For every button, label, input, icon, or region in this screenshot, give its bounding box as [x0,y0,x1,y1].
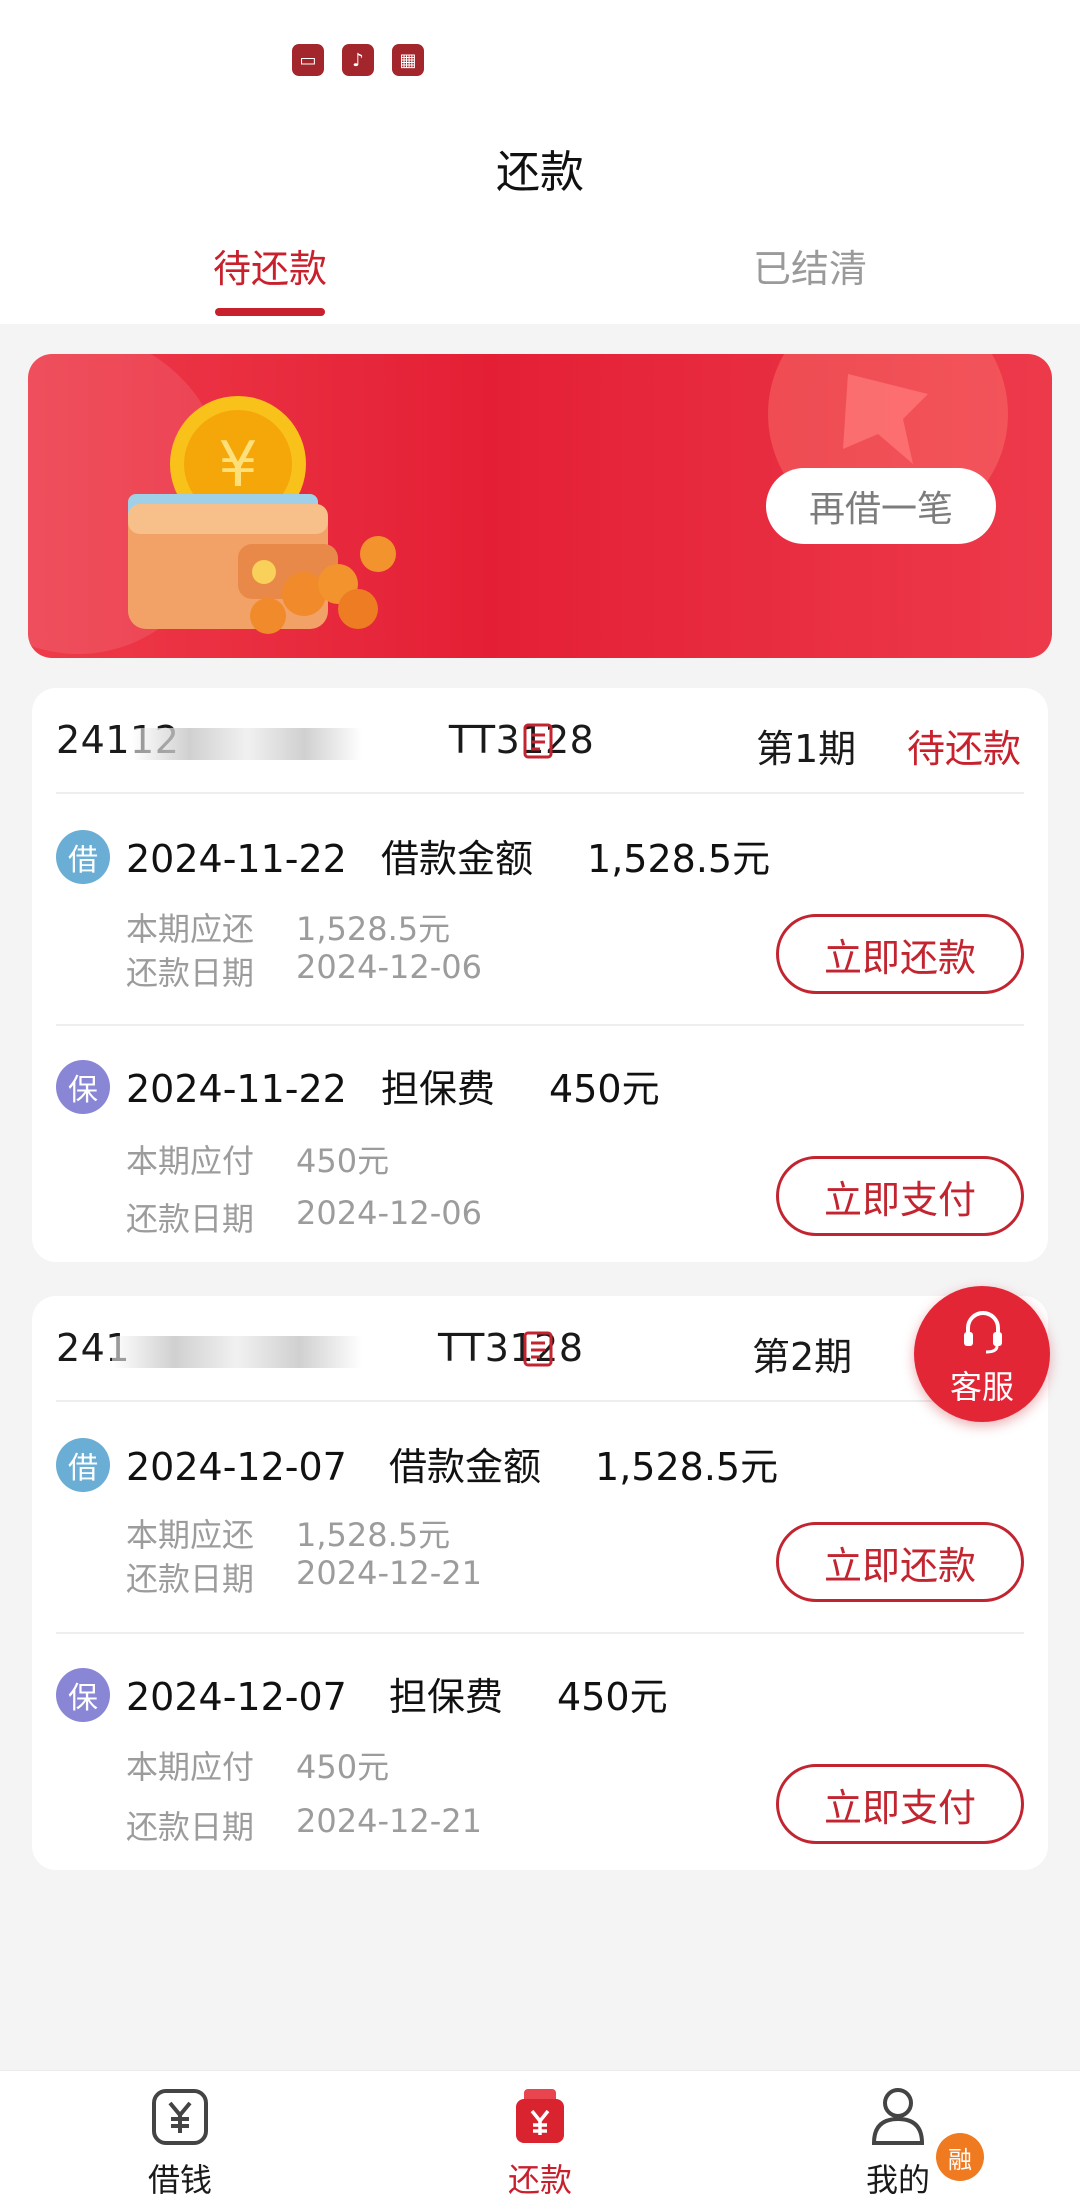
loan-card-header: 24112 TT3128 第1期 待还款 [32,688,1048,792]
loan-card: 24112 TT3128 第1期 待还款 借 2024-11-22 借款金额 1… [32,688,1048,1262]
loan-row-title: 2024-12-07 借款金额 1,528.5元 [126,1436,778,1491]
due-row: 本期应还 1,528.5元 [126,1510,450,1556]
repay-now-button[interactable]: 立即还款 [776,914,1024,994]
star-decoration-icon [843,374,928,464]
nav-borrow-label: 借钱 [147,2161,212,2198]
loan-amount-label: 借款金额 [380,837,533,881]
divider [56,1632,1024,1634]
period-label: 第1期 [756,727,857,771]
guarantee-badge-icon: 保 [56,1060,110,1114]
redacted-area [132,728,362,760]
borrow-again-button[interactable]: 再借一笔 [766,468,996,544]
tab-cleared[interactable]: 已结清 [660,238,960,293]
loan-date: 2024-12-07 [126,1445,347,1489]
loan-amount-label: 借款金额 [388,1445,541,1489]
divider [56,792,1024,794]
loan-row-title: 2024-11-22 借款金额 1,528.5元 [126,828,770,883]
nav-repay[interactable]: 还款 [440,2071,640,2198]
payable-row: 本期应付 450元 [126,1136,389,1182]
status-label: 待还款 [907,727,1022,771]
loan-amount: 1,528.5元 [595,1445,779,1489]
user-icon [871,2088,925,2145]
divider [56,1400,1024,1402]
yuan-box-icon [152,2089,208,2145]
nav-mine[interactable]: 我的 融 [798,2071,998,2198]
payable-label: 本期应付 [126,1748,255,1786]
divider [56,1024,1024,1026]
payable-row: 本期应付 450元 [126,1742,389,1788]
grid-icon: ▦ [392,44,424,76]
payable-label: 本期应付 [126,1142,255,1180]
loan-card-header: 241 TT3128 第2期 [32,1296,1048,1400]
tiktok-icon: ♪ [342,44,374,76]
nav-borrow[interactable]: 借钱 [80,2071,280,2198]
period-label: 第2期 [752,1335,853,1379]
guarantee-row-title: 2024-12-07 担保费 450元 [126,1666,668,1721]
repay-date-value: 2024-12-21 [296,1802,482,1840]
nav-repay-label: 还款 [507,2161,572,2198]
repay-date-row: 还款日期 2024-12-21 [126,1802,482,1848]
tab-pending[interactable]: 待还款 [120,238,420,293]
headset-icon [964,1311,1002,1354]
repay-date-value: 2024-12-06 [296,1194,482,1232]
page-title: 还款 [496,147,584,198]
guarantee-fee-label: 担保费 [388,1675,503,1719]
bottom-navigation: 借钱 还款 我的 融 [0,2070,1080,2198]
repay-date-label: 还款日期 [126,1560,255,1598]
due-value: 1,528.5元 [296,910,451,948]
due-row: 本期应还 1,528.5元 [126,904,450,950]
active-tab-indicator [215,308,325,316]
guarantee-fee-amount: 450元 [549,1067,660,1111]
customer-service-label: 客服 [949,1368,1014,1406]
redacted-area [112,1336,362,1368]
due-value: 1,528.5元 [296,1516,451,1554]
status-bar-icons: ▭ ♪ ▦ [292,44,424,76]
pay-now-button[interactable]: 立即支付 [776,1764,1024,1844]
message-icon: ▭ [292,44,324,76]
copy-icon[interactable] [522,722,556,762]
due-label: 本期应还 [126,910,255,948]
due-label: 本期应还 [126,1516,255,1554]
copy-icon[interactable] [522,1330,556,1370]
borrow-badge-icon: 借 [56,1438,110,1492]
svg-text:¥: ¥ [218,428,257,501]
wallet-yuan-icon [516,2089,564,2143]
repay-date-label: 还款日期 [126,1808,255,1846]
customer-service-button[interactable]: 客服 [914,1286,1050,1422]
borrow-badge-icon: 借 [56,830,110,884]
repay-date-label: 还款日期 [126,1200,255,1238]
wallet-coins-icon: ¥ [128,396,396,634]
borrow-again-banner[interactable]: ¥ 再借一笔 [28,354,1052,658]
guarantee-date: 2024-11-22 [126,1067,347,1111]
pay-now-button[interactable]: 立即支付 [776,1156,1024,1236]
guarantee-fee-amount: 450元 [557,1675,668,1719]
loan-date: 2024-11-22 [126,837,347,881]
nav-badge: 融 [936,2133,984,2181]
repay-date-row: 还款日期 2024-12-06 [126,948,482,994]
guarantee-badge-icon: 保 [56,1668,110,1722]
guarantee-row-title: 2024-11-22 担保费 450元 [126,1058,660,1113]
loan-amount: 1,528.5元 [587,837,771,881]
payable-value: 450元 [296,1142,390,1180]
repay-date-value: 2024-12-21 [296,1554,482,1592]
repay-now-button[interactable]: 立即还款 [776,1522,1024,1602]
repay-date-label: 还款日期 [126,954,255,992]
repay-date-value: 2024-12-06 [296,948,482,986]
payable-value: 450元 [296,1748,390,1786]
guarantee-date: 2024-12-07 [126,1675,347,1719]
repay-date-row: 还款日期 2024-12-06 [126,1194,482,1240]
guarantee-fee-label: 担保费 [380,1067,495,1111]
loan-card: 241 TT3128 第2期 借 2024-12-07 借款金额 1,528.5… [32,1296,1048,1870]
repay-date-row: 还款日期 2024-12-21 [126,1554,482,1600]
